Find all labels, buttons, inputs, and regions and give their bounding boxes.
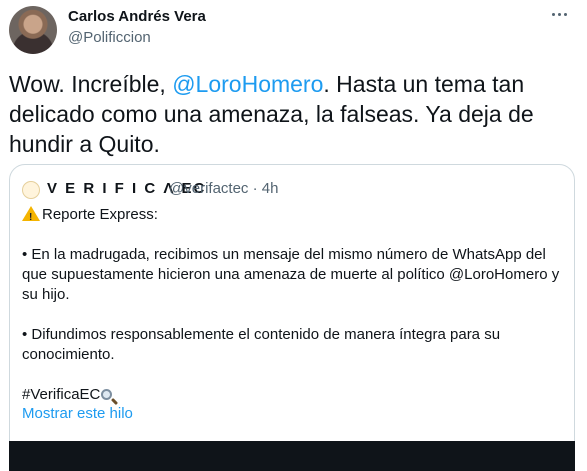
author-name[interactable]: Carlos Andrés Vera	[68, 8, 206, 25]
hashtag: #VerificaEC	[22, 386, 101, 403]
warning-icon	[22, 206, 40, 228]
show-thread-link[interactable]: Mostrar este hilo	[22, 405, 133, 422]
quoted-tweet-body: Reporte Express: • En la madrugada, reci…	[22, 205, 562, 405]
quoted-media[interactable]	[9, 441, 575, 471]
magnifying-glass-icon	[101, 389, 113, 400]
more-options-icon[interactable]	[546, 4, 572, 24]
quoted-paragraph: • Difundimos responsablemente el conteni…	[22, 326, 501, 363]
quoted-paragraph: • En la madrugada, recibimos un mensaje …	[22, 246, 560, 303]
tweet-text: Wow. Increíble, @LoroHomero. Hasta un te…	[9, 69, 579, 159]
author-handle[interactable]: @Polificcion	[68, 29, 151, 46]
author-avatar[interactable]	[9, 6, 57, 54]
mention-link[interactable]: @LoroHomero	[172, 71, 323, 97]
verificaec-logo-icon	[22, 181, 40, 199]
tweet-text-part: Wow. Increíble,	[9, 71, 173, 97]
quoted-tweet[interactable]: V E R I F I C Λ EC @verifactec · 4h Repo…	[9, 164, 575, 471]
quoted-author-handle: @verifactec · 4h	[169, 180, 279, 197]
quoted-line: Reporte Express:	[42, 206, 158, 223]
